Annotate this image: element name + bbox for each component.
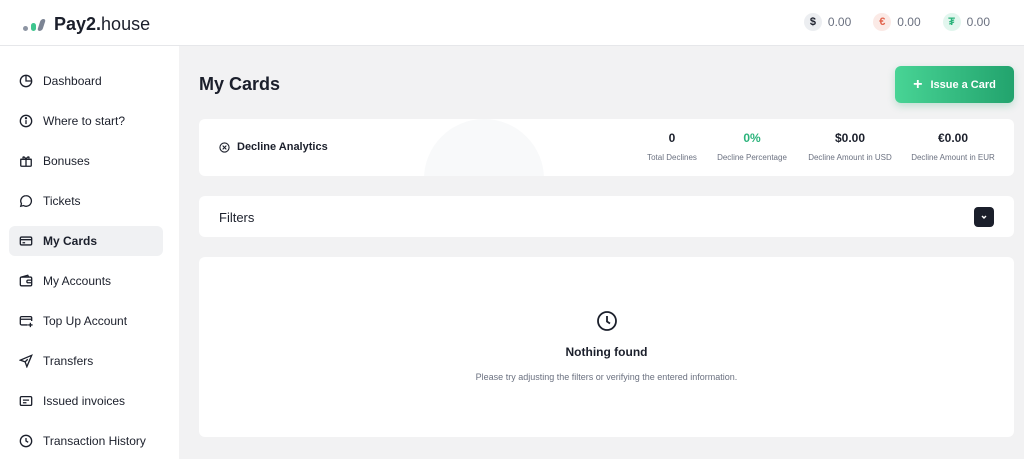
sidebar-item-label: Bonuses	[43, 154, 90, 168]
issue-card-button[interactable]: + Issue a Card	[895, 66, 1014, 103]
sidebar-item-transfers[interactable]: Transfers	[9, 346, 163, 376]
empty-state-subtitle: Please try adjusting the filters or veri…	[475, 372, 738, 382]
balance-usdt[interactable]: ₮ 0.00	[942, 13, 990, 31]
decline-analytics-label: Decline Analytics	[237, 141, 328, 153]
sidebar-item-bonuses[interactable]: Bonuses	[9, 146, 163, 176]
empty-state-panel: Nothing found Please try adjusting the f…	[199, 257, 1014, 437]
sidebar-item-my-cards[interactable]: My Cards	[9, 226, 163, 256]
close-circle-icon	[219, 141, 230, 153]
gift-icon	[20, 156, 32, 167]
stat-label: Decline Amount in EUR	[911, 153, 995, 162]
decline-analytics-panel: Decline Analytics 0 Total Declines 0% De…	[199, 119, 1014, 176]
balance-usd[interactable]: $ 0.00	[803, 13, 852, 31]
balance-usdt-amount: 0.00	[966, 15, 990, 29]
invoice-icon	[19, 395, 33, 407]
credit-card-icon	[19, 236, 33, 246]
stat-value: 0	[668, 131, 676, 145]
tether-icon: ₮	[942, 13, 961, 31]
stat-decline-amount-usd: $0.00 Decline Amount in USD	[804, 131, 896, 162]
sidebar-item-label: Transaction History	[43, 434, 146, 448]
logo-mark-icon	[23, 18, 46, 31]
sidebar-item-label: Where to start?	[43, 114, 126, 128]
balance-eur[interactable]: € 0.00	[873, 13, 921, 31]
stat-value: €0.00	[937, 131, 969, 145]
clock-icon	[19, 434, 33, 448]
filters-title: Filters	[219, 210, 255, 225]
chevron-down-icon	[981, 215, 987, 219]
sidebar-item-label: Dashboard	[43, 74, 102, 88]
logo[interactable]: Pay2.house	[23, 14, 150, 35]
pie-chart-icon	[19, 74, 33, 88]
wallet-icon	[19, 274, 33, 287]
sidebar-item-issued-invoices[interactable]: Issued invoices	[9, 386, 163, 416]
dollar-icon: $	[803, 13, 822, 31]
stat-decline-amount-eur: €0.00 Decline Amount in EUR	[909, 131, 997, 162]
sidebar-item-label: My Accounts	[43, 274, 112, 288]
stat-label: Decline Percentage	[717, 153, 787, 162]
sidebar-item-label: Issued invoices	[43, 394, 126, 408]
page-title: My Cards	[199, 74, 281, 94]
decline-analytics-title[interactable]: Decline Analytics	[219, 141, 328, 153]
sidebar-item-label: Transfers	[43, 354, 94, 368]
stat-value: 0%	[743, 131, 761, 145]
sidebar-item-transaction-history[interactable]: Transaction History	[9, 426, 163, 456]
plus-icon: +	[913, 75, 923, 93]
stat-decline-percentage: 0% Decline Percentage	[716, 131, 788, 162]
sidebar-item-top-up-account[interactable]: Top Up Account	[9, 306, 163, 336]
stat-label: Decline Amount in USD	[808, 153, 892, 162]
euro-icon: €	[873, 13, 892, 31]
sidebar-item-tickets[interactable]: Tickets	[9, 186, 163, 216]
stat-value: $0.00	[834, 131, 866, 145]
balances: $ 0.00 € 0.00 ₮ 0.00	[803, 13, 990, 31]
issue-card-label: Issue a Card	[930, 78, 996, 91]
decorative-circle	[424, 119, 544, 176]
sidebar-item-where-to-start[interactable]: Where to start?	[9, 106, 163, 136]
sidebar-item-label: Top Up Account	[43, 314, 128, 328]
send-icon	[19, 354, 33, 368]
card-plus-icon	[19, 315, 33, 328]
logo-text: Pay2.house	[54, 14, 151, 34]
empty-state-title: Nothing found	[565, 345, 648, 359]
sidebar-item-dashboard[interactable]: Dashboard	[9, 66, 163, 96]
filters-toggle-button[interactable]	[974, 207, 994, 227]
balance-usd-amount: 0.00	[827, 15, 852, 29]
sidebar-item-label: Tickets	[43, 194, 81, 208]
chat-icon	[19, 195, 33, 208]
sidebar: Dashboard Where to start? Bonuses Ticket…	[0, 46, 179, 459]
info-icon	[19, 114, 33, 128]
stat-total-declines: 0 Total Declines	[644, 131, 700, 162]
top-bar: Pay2.house $ 0.00 € 0.00 ₮ 0.00	[0, 0, 1024, 46]
filters-panel[interactable]: Filters	[199, 196, 1014, 237]
clock-icon	[597, 311, 617, 331]
stat-label: Total Declines	[647, 153, 697, 162]
balance-eur-amount: 0.00	[897, 15, 921, 29]
sidebar-item-my-accounts[interactable]: My Accounts	[9, 266, 163, 296]
sidebar-item-label: My Cards	[43, 234, 98, 248]
